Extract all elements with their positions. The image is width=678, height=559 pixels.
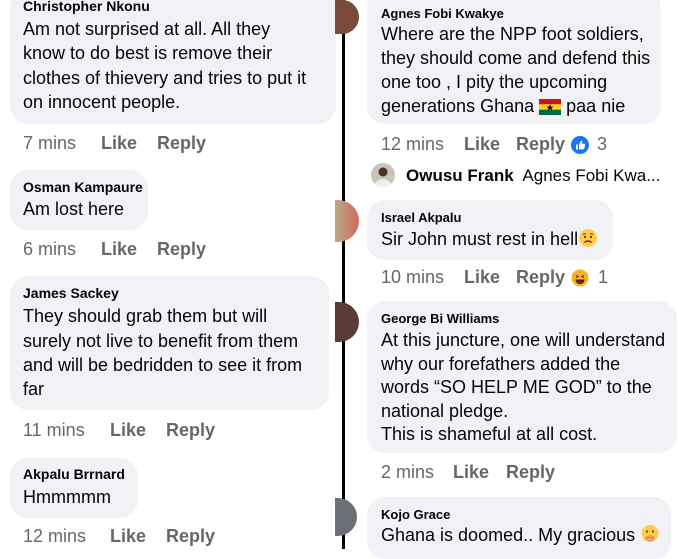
- comment-text-line: Am not surprised at all. All they: [23, 19, 271, 39]
- comment-text-line: national pledge.: [381, 401, 509, 421]
- comment-text-line: and will be bedridden to see it from: [23, 355, 303, 375]
- comment-author[interactable]: Israel Akpalu: [381, 210, 461, 225]
- reply-button[interactable]: Reply: [157, 133, 206, 154]
- right-comment-column: Agnes Fobi Kwakye Where are the NPP foot…: [335, 0, 678, 559]
- comment-timestamp[interactable]: 12 mins: [23, 526, 86, 547]
- like-button[interactable]: Like: [110, 420, 146, 441]
- comment-author[interactable]: Christopher Nkonu: [23, 0, 150, 14]
- comment-author[interactable]: Osman Kampaure: [23, 179, 143, 195]
- comment-text-line: generations Ghana paa nie: [381, 94, 625, 122]
- comment-text-segment: Ghana is doomed.. My gracious: [381, 525, 636, 545]
- comment-text-line: Hmmmmm: [23, 487, 111, 507]
- like-button[interactable]: Like: [110, 526, 146, 547]
- comment-text-segment: paa nie: [566, 96, 626, 116]
- reply-button[interactable]: Reply: [506, 462, 555, 483]
- reply-preview-snippet: Agnes Fobi Kwa...: [522, 166, 661, 185]
- comment-text-line: they should come and defend this: [381, 48, 651, 68]
- comment-timestamp[interactable]: 6 mins: [23, 239, 76, 260]
- comment-author[interactable]: Kojo Grace: [381, 507, 450, 522]
- comment-text-line: They should grab them but will: [23, 306, 268, 326]
- comment-timestamp[interactable]: 2 mins: [381, 462, 434, 483]
- avatar[interactable]: [335, 302, 359, 342]
- like-button[interactable]: Like: [453, 462, 489, 483]
- comment-text-line: one too , I pity the upcoming: [381, 72, 608, 92]
- comment-text-line: At this juncture, one will understand: [381, 330, 666, 350]
- avatar[interactable]: [335, 200, 359, 242]
- comment-author[interactable]: George Bi Williams: [381, 311, 499, 326]
- comment-text-line: Am lost here: [23, 199, 125, 219]
- ghana-flag-emoji: [539, 97, 562, 122]
- hand-over-mouth-emoji: [640, 524, 660, 551]
- comment-text-line: This is shameful at all cost.: [381, 424, 598, 444]
- reply-preview-author[interactable]: Owusu Frank: [406, 166, 514, 185]
- comment-text-line: Ghana is doomed.. My gracious: [381, 523, 660, 551]
- comment-text-line: words “SO HELP ME GOD” to the: [381, 377, 652, 397]
- reaction-count[interactable]: 1: [598, 267, 608, 288]
- reply-button[interactable]: Reply: [157, 239, 206, 260]
- comment-author[interactable]: James Sackey: [23, 285, 119, 301]
- reply-button[interactable]: Reply: [516, 267, 565, 288]
- like-button[interactable]: Like: [464, 134, 500, 155]
- comment-text-line: surely not live to benefit from them: [23, 331, 299, 351]
- comment-text-line: clothes of thievery and tries to put it: [23, 68, 307, 88]
- avatar[interactable]: [335, 498, 357, 536]
- reaction-count[interactable]: 3: [597, 134, 607, 155]
- comment-author[interactable]: Agnes Fobi Kwakye: [381, 6, 504, 21]
- reply-button[interactable]: Reply: [166, 526, 215, 547]
- comment-text-segment: generations Ghana: [381, 96, 535, 116]
- comment-timestamp[interactable]: 7 mins: [23, 133, 76, 154]
- thumbs-up-reaction-icon[interactable]: [571, 136, 589, 154]
- comment-text-line: on innocent people.: [23, 92, 181, 112]
- reply-button[interactable]: Reply: [166, 420, 215, 441]
- avatar[interactable]: [335, 0, 359, 34]
- left-comment-column: Christopher Nkonu Am not surprised at al…: [0, 0, 342, 549]
- comment-timestamp[interactable]: 12 mins: [381, 134, 444, 155]
- comment-text-line: why our forefathers added the: [381, 354, 621, 374]
- like-button[interactable]: Like: [101, 239, 137, 260]
- worried-face-emoji: [578, 228, 598, 255]
- comment-timestamp[interactable]: 11 mins: [23, 420, 85, 441]
- comment-text-line: Sir John must rest in hell: [381, 227, 598, 255]
- comment-timestamp[interactable]: 10 mins: [381, 267, 444, 288]
- comment-text-line: Where are the NPP foot soldiers,: [381, 24, 644, 44]
- comment-text-line: know to do best is remove their: [23, 43, 273, 63]
- like-button[interactable]: Like: [101, 133, 137, 154]
- reply-button[interactable]: Reply: [516, 134, 565, 155]
- reply-preview[interactable]: Owusu Frank Agnes Fobi Kwa...: [406, 166, 660, 186]
- haha-reaction-icon[interactable]: [571, 269, 589, 287]
- comment-text-segment: Sir John must rest in hell: [381, 229, 579, 249]
- comment-text-line: far: [23, 379, 45, 399]
- avatar[interactable]: [371, 163, 395, 187]
- comment-author[interactable]: Akpalu Brrnard: [23, 466, 125, 482]
- like-button[interactable]: Like: [464, 267, 500, 288]
